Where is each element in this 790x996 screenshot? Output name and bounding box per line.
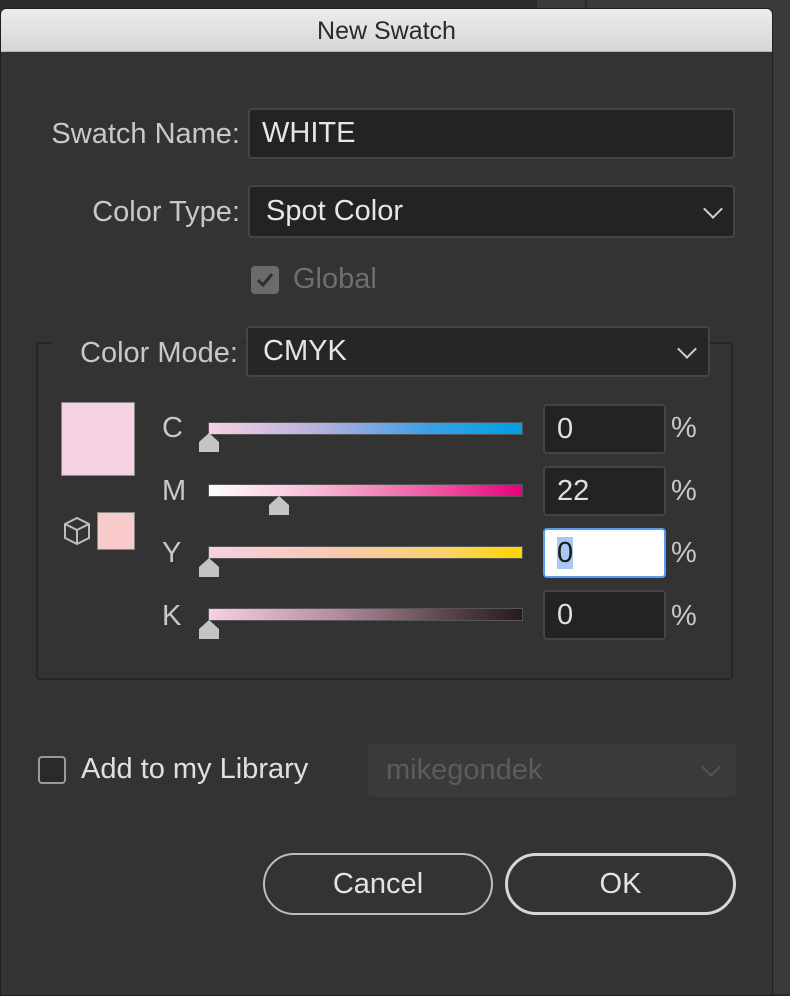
channel-m-input[interactable]: 22 xyxy=(543,466,666,516)
color-type-dropdown[interactable]: Spot Color xyxy=(248,185,735,238)
library-dropdown[interactable]: mikegondek xyxy=(368,744,736,797)
channel-y-slider-thumb[interactable] xyxy=(198,558,220,578)
checkmark-icon xyxy=(256,273,274,288)
color-mode-dropdown[interactable]: CMYK xyxy=(246,326,710,377)
color-type-label: Color Type: xyxy=(92,196,240,228)
out-of-gamut-cube-icon[interactable] xyxy=(62,515,92,547)
channel-c-input[interactable]: 0 xyxy=(543,404,666,454)
global-label: Global xyxy=(293,263,377,295)
channel-k-slider-thumb[interactable] xyxy=(198,620,220,640)
cancel-button[interactable]: Cancel xyxy=(263,853,493,915)
channel-c-label: C xyxy=(162,412,183,444)
channel-k-input[interactable]: 0 xyxy=(543,590,666,640)
channel-k-slider[interactable] xyxy=(208,608,523,621)
channel-m-unit: % xyxy=(671,475,697,507)
dialog-title: New Swatch xyxy=(1,9,772,52)
add-to-library-label: Add to my Library xyxy=(81,753,309,785)
channel-k-unit: % xyxy=(671,600,697,632)
chevron-down-icon xyxy=(703,199,723,219)
library-dropdown-value: mikegondek xyxy=(386,754,543,786)
channel-y-slider[interactable] xyxy=(208,546,523,559)
channel-y-value: 0 xyxy=(557,537,574,569)
channel-m-slider-thumb[interactable] xyxy=(268,496,290,516)
add-to-library-checkbox[interactable] xyxy=(38,756,66,784)
chevron-down-icon xyxy=(677,339,697,359)
gamut-correction-swatch[interactable] xyxy=(97,512,135,550)
swatch-name-label: Swatch Name: xyxy=(51,118,240,150)
channel-m-label: M xyxy=(162,475,187,507)
ok-button[interactable]: OK xyxy=(505,853,736,915)
channel-y-input[interactable]: 0 xyxy=(543,528,666,578)
channel-c-unit: % xyxy=(671,412,697,444)
channel-c-slider[interactable] xyxy=(208,422,523,435)
global-checkbox[interactable] xyxy=(251,266,279,294)
channel-c-slider-thumb[interactable] xyxy=(198,433,220,453)
color-mode-value: CMYK xyxy=(263,335,347,367)
color-preview-swatch xyxy=(61,402,135,476)
channel-y-label: Y xyxy=(162,537,182,569)
channel-k-label: K xyxy=(162,600,182,632)
channel-y-unit: % xyxy=(671,537,697,569)
color-mode-label: Color Mode: xyxy=(80,337,238,369)
channel-m-slider[interactable] xyxy=(208,484,523,497)
swatch-name-input[interactable]: WHITE xyxy=(248,108,735,159)
chevron-down-icon xyxy=(701,757,721,777)
color-type-value: Spot Color xyxy=(266,195,404,227)
